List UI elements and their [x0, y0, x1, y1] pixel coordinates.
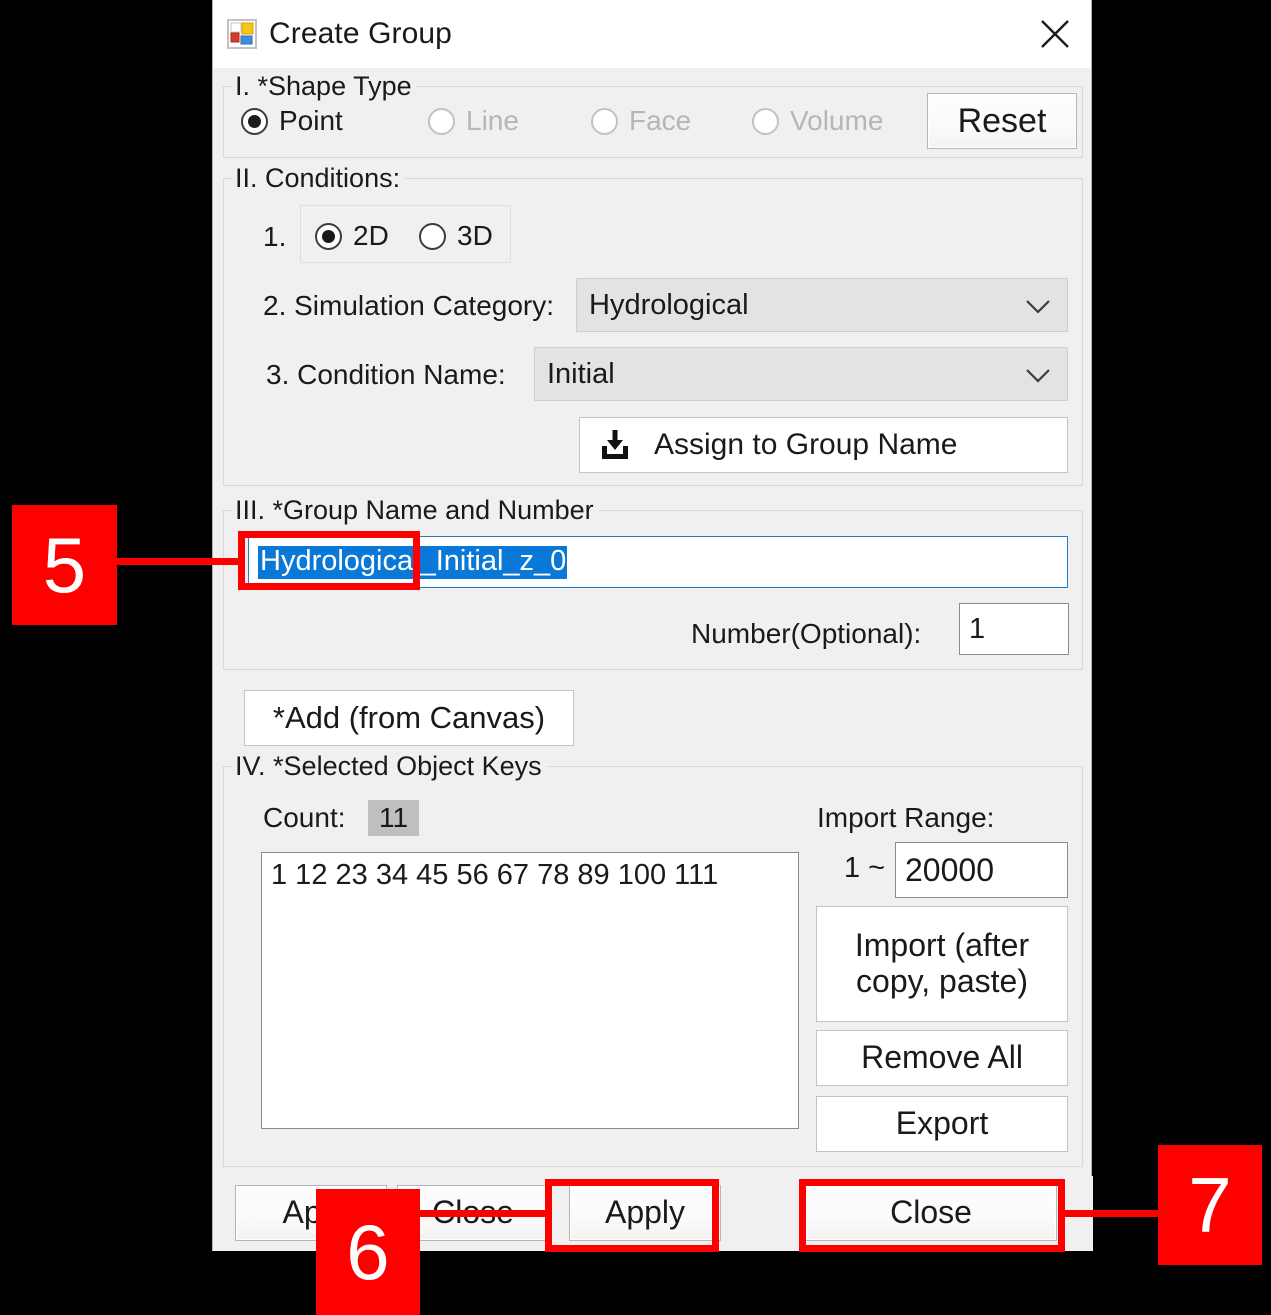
import-range-to-value: 20000	[905, 851, 994, 888]
radio-2d[interactable]: 2D	[315, 220, 389, 252]
annotation-badge-7: 7	[1158, 1145, 1262, 1265]
add-from-canvas-button[interactable]: *Add (from Canvas)	[244, 690, 574, 746]
radio-3d-indicator	[419, 222, 446, 250]
import-range-from-label: 1 ~	[844, 852, 886, 884]
radio-face[interactable]: Face	[591, 105, 691, 137]
export-button[interactable]: Export	[816, 1096, 1068, 1152]
conditions-legend: II. Conditions:	[232, 162, 406, 194]
assign-to-group-name-label: Assign to Group Name	[654, 428, 958, 462]
leader-line-5	[115, 558, 243, 565]
import-to-tray-icon	[598, 429, 632, 461]
radio-3d[interactable]: 3D	[419, 220, 493, 252]
selected-keys-listbox[interactable]: 1 12 23 34 45 56 67 78 89 100 111	[261, 852, 799, 1129]
simulation-category-label: 2. Simulation Category:	[263, 290, 555, 321]
simulation-category-value: Hydrological	[589, 288, 749, 321]
title-bar: Create Group	[213, 0, 1091, 68]
count-value-chip: 11	[368, 800, 419, 836]
radio-line-indicator	[428, 107, 455, 135]
remove-all-button[interactable]: Remove All	[816, 1030, 1068, 1086]
shape-type-legend: I. *Shape Type	[232, 70, 417, 102]
group-name-number-group: III. *Group Name and Number Hydrological…	[223, 494, 1083, 670]
import-range-to-input[interactable]: 20000	[895, 842, 1068, 898]
condition-name-select[interactable]: Initial	[534, 347, 1068, 401]
radio-face-indicator	[591, 107, 618, 135]
radio-line-label: Line	[466, 105, 519, 136]
assign-to-group-name-button[interactable]: Assign to Group Name	[579, 417, 1068, 473]
radio-volume[interactable]: Volume	[752, 105, 883, 137]
radio-line[interactable]: Line	[428, 105, 519, 137]
number-optional-input[interactable]: 1	[959, 603, 1069, 655]
radio-point[interactable]: Point	[241, 105, 343, 137]
chevron-down-icon	[1025, 289, 1051, 322]
import-range-label: Import Range:	[817, 802, 995, 833]
simulation-category-select[interactable]: Hydrological	[576, 278, 1068, 332]
radio-volume-indicator	[752, 107, 779, 135]
radio-point-indicator	[241, 107, 268, 135]
selected-keys-text: 1 12 23 34 45 56 67 78 89 100 111	[271, 859, 719, 891]
selected-object-keys-legend: IV. *Selected Object Keys	[232, 750, 547, 782]
radio-volume-label: Volume	[790, 105, 884, 136]
reset-button[interactable]: Reset	[927, 93, 1077, 149]
conditions-group: II. Conditions: 1. 2D 3D 2. Simulation C…	[223, 162, 1083, 486]
radio-point-label: Point	[279, 105, 343, 136]
create-group-dialog: Create Group I. *Shape Type Point Line F…	[212, 0, 1093, 1251]
shape-type-group: I. *Shape Type Point Line Face Volume Re…	[223, 70, 1083, 158]
window-title: Create Group	[269, 17, 452, 50]
chevron-down-icon	[1025, 358, 1051, 391]
leader-line-6	[415, 1210, 548, 1217]
group-name-input[interactable]: Hydrological_Initial_z_0	[248, 536, 1068, 588]
windows-form-icon	[227, 19, 257, 49]
radio-2d-indicator	[315, 222, 342, 250]
leader-line-7	[1060, 1210, 1162, 1217]
close-button[interactable]: Close	[805, 1185, 1057, 1241]
condition-item-1-number: 1.	[263, 221, 287, 252]
group-name-value: Hydrological_Initial_z_0	[258, 544, 568, 579]
radio-2d-label: 2D	[353, 220, 389, 251]
dimension-radio-box: 2D 3D	[300, 205, 511, 263]
annotation-badge-6: 6	[316, 1189, 420, 1315]
condition-name-label: 3. Condition Name:	[266, 359, 506, 390]
number-optional-value: 1	[969, 612, 986, 645]
selected-object-keys-group: IV. *Selected Object Keys Count: 11 1 12…	[223, 750, 1083, 1167]
condition-name-value: Initial	[547, 357, 615, 390]
annotation-badge-5: 5	[12, 505, 117, 625]
import-button[interactable]: Import (after copy, paste)	[816, 906, 1068, 1022]
number-optional-label: Number(Optional):	[691, 618, 922, 649]
radio-3d-label: 3D	[457, 220, 493, 251]
apply-button[interactable]: Apply	[569, 1185, 721, 1241]
close-icon[interactable]	[1027, 8, 1083, 60]
count-label: Count:	[263, 802, 346, 833]
radio-face-label: Face	[629, 105, 692, 136]
import-button-line-1: Import (after	[854, 927, 1030, 964]
import-button-line-2: copy, paste)	[856, 963, 1028, 999]
group-name-number-legend: III. *Group Name and Number	[232, 494, 599, 526]
